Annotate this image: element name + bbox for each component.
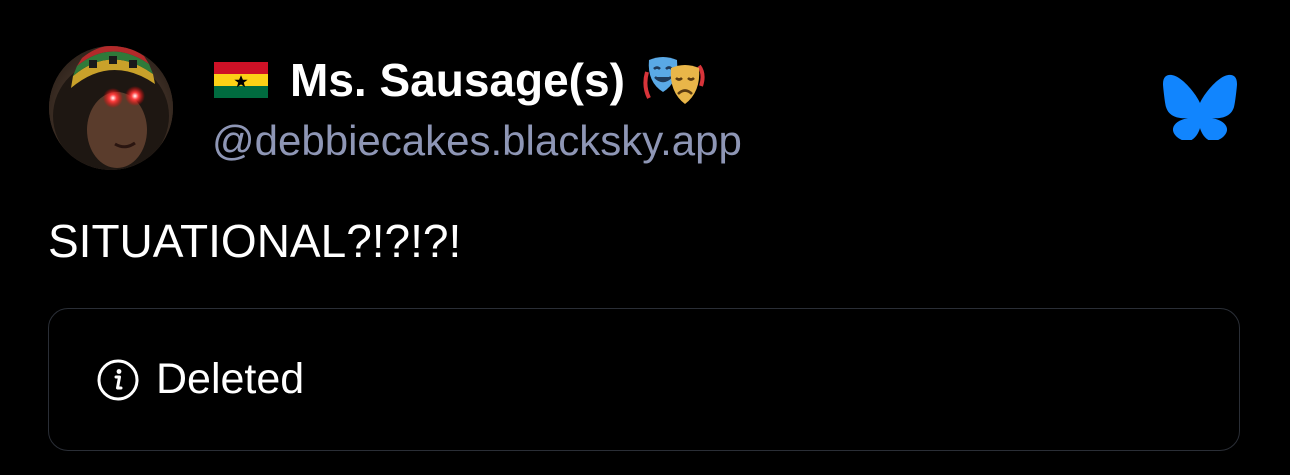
author-display-name[interactable]: Ms. Sausage(s) (290, 53, 625, 107)
author-name-row[interactable]: Ms. Sausage(s) (214, 52, 705, 108)
post-card[interactable]: Ms. Sausage(s) @debbiecakes.blacksky.app… (0, 0, 1290, 475)
embed-status-label: Deleted (156, 355, 305, 403)
info-icon (97, 359, 139, 400)
performing-arts-masks-icon (643, 57, 705, 104)
ghana-flag-icon (214, 62, 268, 98)
avatar[interactable] (49, 46, 173, 170)
deleted-quote-embed: Deleted (48, 308, 1240, 451)
post-text: SITUATIONAL?!?!?! (48, 215, 462, 267)
author-handle[interactable]: @debbiecakes.blacksky.app (212, 117, 742, 165)
bluesky-butterfly-icon (1163, 74, 1237, 140)
